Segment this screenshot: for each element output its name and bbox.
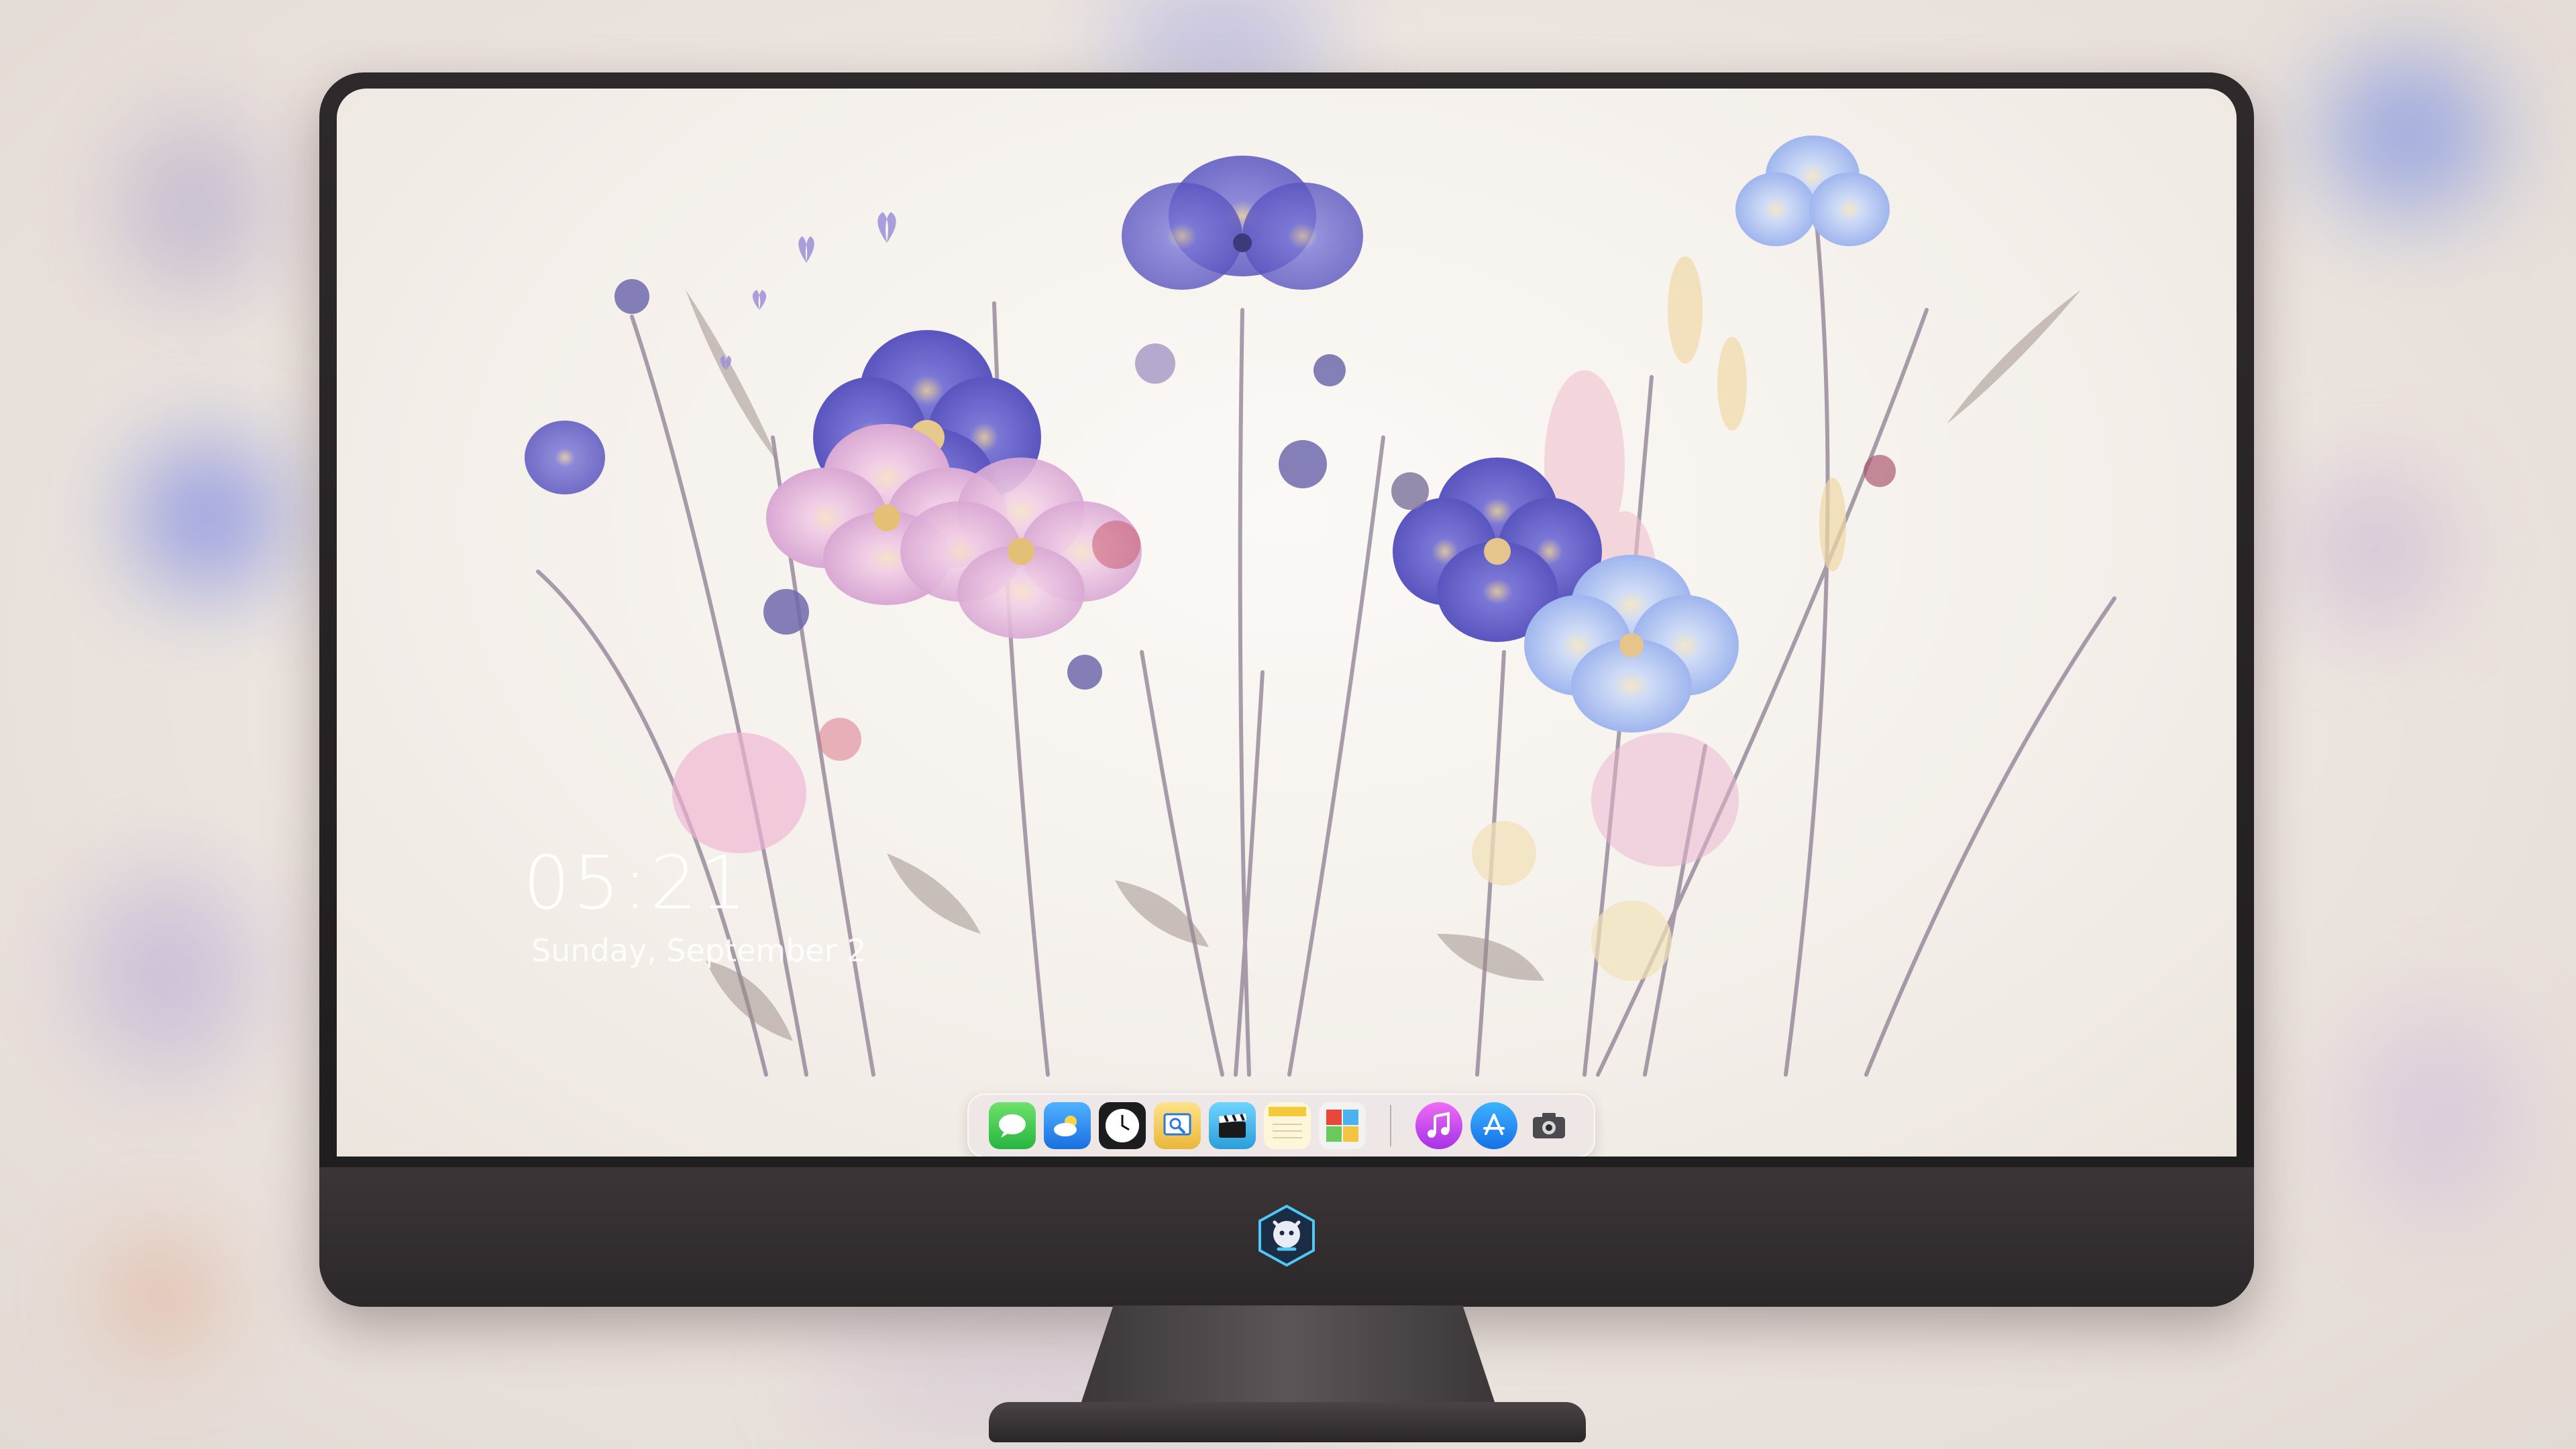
lockscreen-time: 05:21 xyxy=(523,840,750,926)
camera-icon[interactable] xyxy=(1525,1102,1572,1149)
music-icon[interactable] xyxy=(1415,1102,1462,1149)
mascot-logo-icon xyxy=(1258,1204,1315,1267)
monitor-chin xyxy=(319,1167,2254,1307)
lockscreen-date: Sunday, September 2 xyxy=(531,932,867,969)
dock-separator xyxy=(1390,1105,1391,1146)
clock-icon[interactable] xyxy=(1099,1102,1146,1149)
preview-icon[interactable] xyxy=(1154,1102,1201,1149)
floral-wallpaper xyxy=(525,136,2116,1077)
clapperboard-icon[interactable] xyxy=(1209,1102,1256,1149)
messages-icon[interactable] xyxy=(989,1102,1036,1149)
screen: 05:21 Sunday, September 2 xyxy=(337,89,2237,1157)
app-store-icon[interactable] xyxy=(1470,1102,1517,1149)
monitor: 05:21 Sunday, September 2 xyxy=(319,72,2254,1307)
monitor-stand-base xyxy=(989,1402,1586,1442)
notes-icon[interactable] xyxy=(1264,1102,1311,1149)
monitor-stand-neck xyxy=(1080,1305,1496,1406)
photo-booth-icon[interactable] xyxy=(1319,1102,1366,1149)
dock xyxy=(967,1093,1595,1157)
weather-icon[interactable] xyxy=(1044,1102,1091,1149)
